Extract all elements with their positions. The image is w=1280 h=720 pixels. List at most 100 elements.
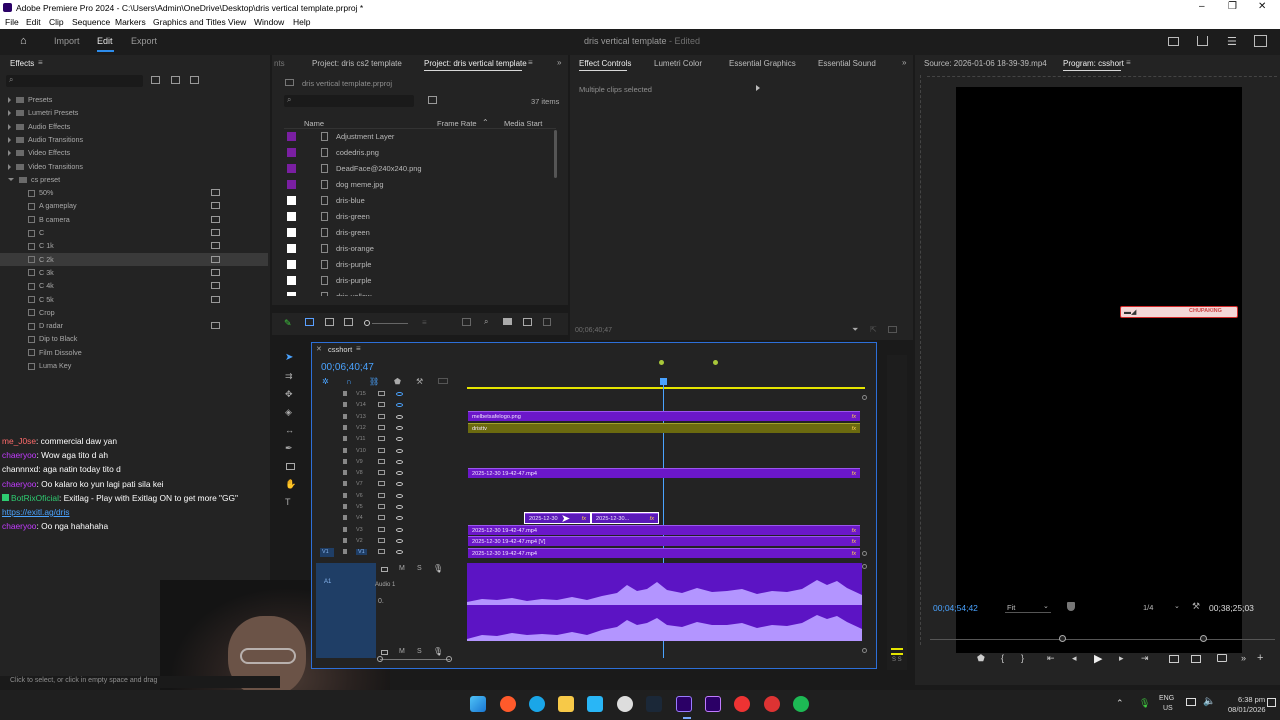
- sync-lock-icon[interactable]: [378, 537, 385, 543]
- mark-in-icon[interactable]: {: [1001, 653, 1004, 663]
- new-search-bin-icon[interactable]: [428, 96, 437, 104]
- snap-icon[interactable]: [888, 326, 897, 333]
- zoom-handle-left[interactable]: [377, 656, 383, 662]
- pencil-icon[interactable]: ✎: [284, 318, 292, 329]
- sync-lock-icon[interactable]: [378, 413, 385, 419]
- effects-item-crop[interactable]: Crop: [0, 306, 268, 319]
- add-marker-icon[interactable]: ⬟: [977, 653, 985, 664]
- track-label[interactable]: V14: [356, 402, 366, 408]
- eye-icon[interactable]: [396, 505, 403, 509]
- effects-item-film-dissolve[interactable]: Film Dissolve: [0, 346, 268, 359]
- media-encoder-icon[interactable]: [705, 696, 721, 712]
- effects-tab[interactable]: Effects: [10, 59, 34, 68]
- menu-window[interactable]: Window: [254, 17, 284, 27]
- delete-icon[interactable]: [543, 318, 551, 326]
- eye-icon[interactable]: [396, 448, 403, 453]
- track-label[interactable]: V13: [356, 414, 366, 420]
- track-label[interactable]: V7: [356, 481, 363, 487]
- menu-help[interactable]: Help: [293, 17, 310, 27]
- sync-lock-icon[interactable]: [378, 504, 385, 509]
- effects-item-presets[interactable]: Presets: [0, 93, 268, 106]
- effects-item-c-5k[interactable]: C 5k: [0, 293, 268, 306]
- track-label[interactable]: V15: [356, 391, 366, 397]
- close-icon[interactable]: ✕: [1258, 1, 1266, 12]
- sync-lock-icon[interactable]: [378, 402, 385, 408]
- share-icon[interactable]: [1197, 36, 1208, 46]
- master-output-icon[interactable]: [381, 650, 388, 655]
- expand-arrow-icon[interactable]: [8, 136, 11, 143]
- yuv-effects-icon[interactable]: [190, 76, 199, 84]
- tab-export[interactable]: Export: [131, 36, 157, 46]
- label-color-swatch[interactable]: [287, 276, 296, 285]
- panel-menu-icon[interactable]: ≡: [1126, 58, 1131, 67]
- fit-select[interactable]: Fit ⌄: [1005, 601, 1051, 613]
- eye-icon[interactable]: [396, 459, 403, 464]
- lock-icon[interactable]: [343, 436, 347, 442]
- clip-v3[interactable]: 2025-12-30 19-42-47.mp4 fx: [468, 525, 860, 535]
- wrench-icon[interactable]: ⚒: [416, 377, 423, 386]
- chat-message[interactable]: https://exitl.ag/dris: [2, 507, 70, 519]
- pen-tool-icon[interactable]: ✒: [285, 443, 293, 454]
- clip-v12[interactable]: dristtv fx: [468, 423, 860, 433]
- audio-clip[interactable]: [467, 563, 862, 641]
- lock-icon[interactable]: [343, 402, 347, 408]
- mic-tray-icon[interactable]: 🎙: [1139, 698, 1150, 709]
- panel-menu-icon[interactable]: ≡: [38, 58, 43, 67]
- effects-item-video-effects[interactable]: Video Effects: [0, 146, 268, 159]
- a1-target-column[interactable]: A1: [316, 563, 376, 658]
- rectangle-tool-icon[interactable]: [286, 463, 295, 470]
- volume-icon[interactable]: 🔈: [1203, 696, 1215, 707]
- project-item[interactable]: codedris.png: [284, 145, 556, 161]
- project-search-input[interactable]: ⌕: [284, 95, 414, 107]
- effects-item-lumetri-presets[interactable]: Lumetri Presets: [0, 106, 268, 119]
- tab-source-monitor[interactable]: Source: 2026-01-06 18-39-39.mp4: [924, 59, 1047, 68]
- premiere-icon[interactable]: [676, 696, 692, 712]
- scroll-handle[interactable]: [862, 551, 867, 556]
- col-media-start[interactable]: Media Start: [504, 119, 542, 128]
- effects-item-luma-key[interactable]: Luma Key: [0, 359, 268, 372]
- sort-icon[interactable]: ≡: [422, 318, 427, 327]
- solo-icon[interactable]: S: [417, 565, 422, 572]
- sequence-tab[interactable]: csshort: [328, 345, 352, 354]
- effects-item-a-gameplay[interactable]: A gameplay: [0, 199, 268, 212]
- file-explorer-icon[interactable]: [558, 696, 574, 712]
- play-icon[interactable]: ▶: [1094, 652, 1102, 665]
- clip-v13[interactable]: melbetsafelogo.png fx: [468, 411, 860, 421]
- collapse-arrow-icon[interactable]: [8, 178, 14, 182]
- lock-icon[interactable]: [343, 526, 347, 532]
- expand-arrow-icon[interactable]: [8, 163, 11, 170]
- tab-import[interactable]: Import: [54, 36, 80, 46]
- track-label[interactable]: V12: [356, 425, 366, 431]
- sync-lock-icon[interactable]: [378, 526, 385, 532]
- wrench-icon[interactable]: ⚒: [1192, 601, 1200, 612]
- linked-selection-icon[interactable]: ⛓: [369, 377, 379, 386]
- recorder-icon[interactable]: [764, 696, 780, 712]
- effects-item-audio-effects[interactable]: Audio Effects: [0, 120, 268, 133]
- captions-icon[interactable]: [438, 378, 448, 384]
- playhead-handle[interactable]: [1059, 635, 1066, 642]
- track-label[interactable]: V6: [356, 493, 363, 499]
- effects-search-input[interactable]: ⌕: [6, 75, 143, 87]
- brave-icon[interactable]: [500, 696, 516, 712]
- lock-icon[interactable]: [343, 424, 347, 430]
- eye-icon[interactable]: [396, 392, 403, 396]
- audio-output-icon[interactable]: [381, 567, 388, 572]
- label-color-swatch[interactable]: [287, 196, 296, 205]
- list-view-icon[interactable]: [305, 318, 314, 326]
- mark-out-icon[interactable]: }: [1021, 653, 1024, 663]
- menu-clip[interactable]: Clip: [49, 17, 64, 27]
- monitor-scrubber[interactable]: [930, 639, 1275, 640]
- label-color-swatch[interactable]: [287, 260, 296, 269]
- region[interactable]: US: [1163, 705, 1173, 712]
- clip-v4-b[interactable]: 2025-12-30... fx: [591, 512, 659, 524]
- col-frame-rate[interactable]: Frame Rate: [437, 119, 477, 128]
- tab-events[interactable]: nts: [274, 59, 285, 68]
- effects-item-dip-to-black[interactable]: Dip to Black: [0, 332, 268, 345]
- lock-icon[interactable]: [343, 391, 347, 396]
- sync-lock-icon[interactable]: [378, 481, 385, 487]
- accelerated-effects-icon[interactable]: [151, 76, 160, 84]
- project-item[interactable]: dog meme.jpg: [284, 177, 556, 193]
- marker[interactable]: [659, 360, 664, 365]
- label-color-swatch[interactable]: [287, 180, 296, 189]
- master-mute-icon[interactable]: M: [399, 648, 405, 655]
